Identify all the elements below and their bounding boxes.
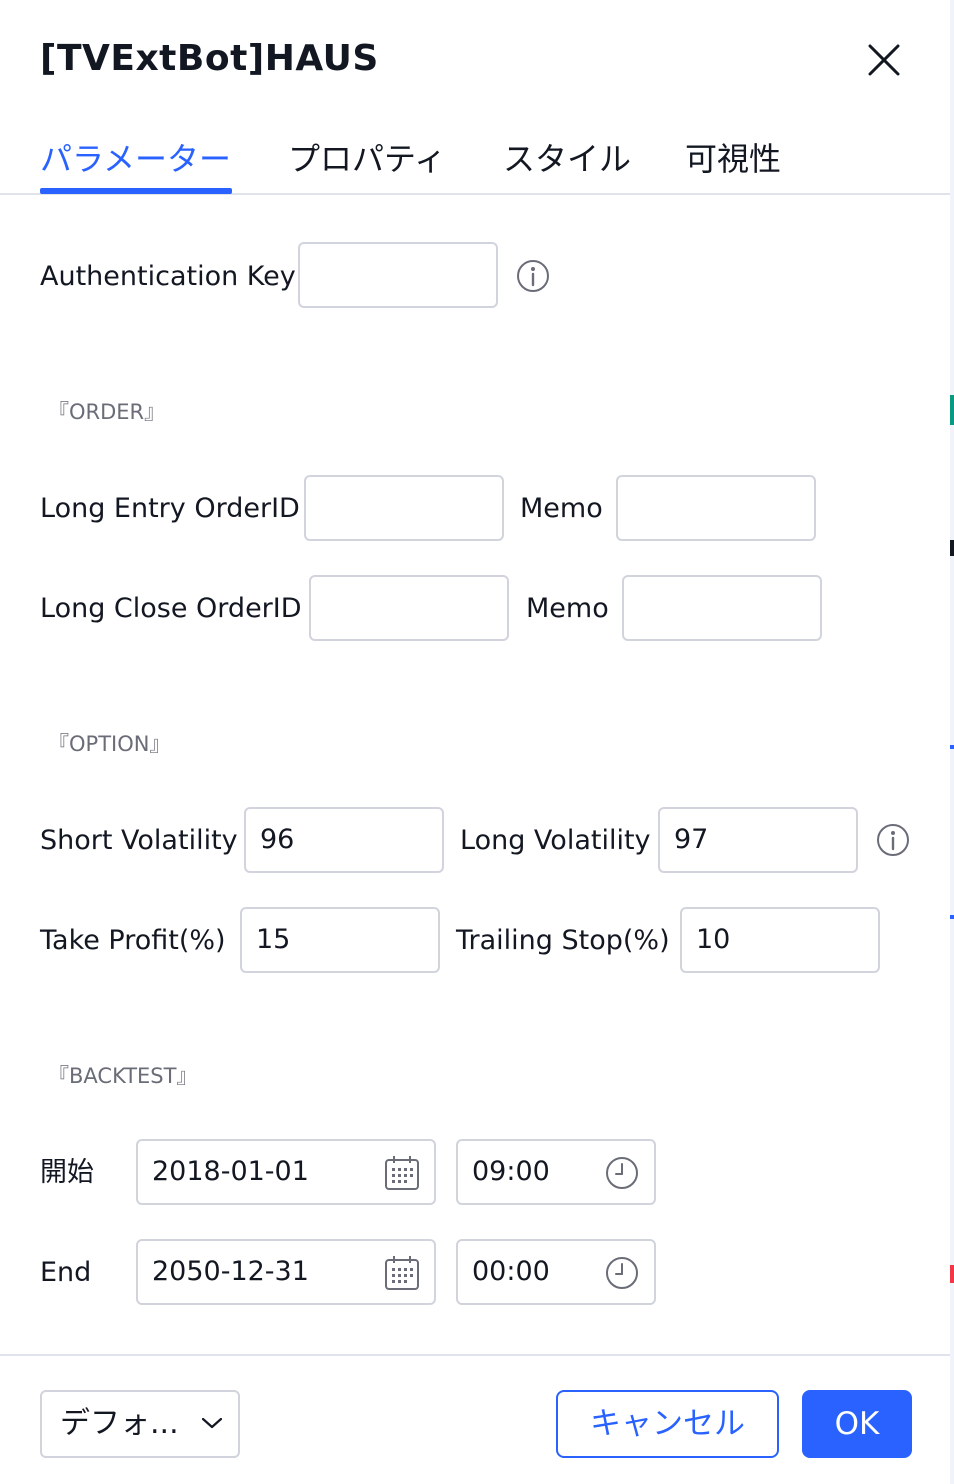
memo-input-1[interactable] (616, 475, 816, 541)
chart-edge-mark (950, 540, 954, 556)
close-button[interactable] (860, 36, 908, 84)
start-label: 開始 (40, 1157, 94, 1188)
info-icon[interactable] (516, 259, 550, 293)
calendar-icon[interactable] (384, 1255, 420, 1291)
chart-edge-mark (950, 1265, 954, 1283)
long-volatility-label: Long Volatility (460, 825, 651, 856)
memo-input-2[interactable] (622, 575, 822, 641)
info-icon[interactable] (876, 823, 910, 857)
end-label: End (40, 1257, 92, 1288)
defaults-label: デフォ... (60, 1406, 179, 1441)
long-entry-label: Long Entry OrderID (40, 493, 300, 524)
dialog-title: [TVExtBot]HAUS (40, 38, 379, 79)
memo-label-2: Memo (526, 593, 609, 624)
section-order: 『ORDER』 (48, 400, 166, 424)
clock-icon[interactable] (604, 1255, 640, 1291)
start-date-value: 2018-01-01 (152, 1156, 309, 1187)
ok-button[interactable]: OK (802, 1390, 912, 1458)
cancel-button[interactable]: キャンセル (556, 1390, 779, 1458)
tab-bar: パラメーター プロパティ スタイル 可視性 (0, 120, 950, 195)
memo-label-1: Memo (520, 493, 603, 524)
trailing-stop-input[interactable]: 10 (680, 907, 880, 973)
calendar-icon[interactable] (384, 1155, 420, 1191)
short-volatility-input[interactable]: 96 (244, 807, 444, 873)
active-tab-indicator (40, 188, 232, 194)
tab-visibility[interactable]: 可視性 (685, 134, 781, 180)
chart-edge-mark (950, 915, 954, 919)
background-chart-edge (950, 0, 954, 1484)
trailing-stop-label: Trailing Stop(%) (456, 925, 670, 956)
auth-key-label: Authentication Key (40, 261, 296, 292)
trailing-stop-value: 10 (696, 924, 731, 955)
section-backtest: 『BACKTEST』 (48, 1064, 198, 1088)
chart-edge-mark (950, 745, 954, 749)
long-close-input[interactable] (309, 575, 509, 641)
section-option: 『OPTION』 (48, 732, 171, 756)
long-close-label: Long Close OrderID (40, 593, 302, 624)
chart-edge-mark (950, 395, 954, 425)
take-profit-value: 15 (256, 924, 291, 955)
start-date-input[interactable]: 2018-01-01 (136, 1139, 436, 1205)
dialog-footer: デフォ... キャンセル OK (0, 1354, 950, 1484)
long-volatility-value: 97 (674, 824, 709, 855)
start-time-input[interactable]: 09:00 (456, 1139, 656, 1205)
end-time-input[interactable]: 00:00 (456, 1239, 656, 1305)
take-profit-label: Take Profit(%) (40, 925, 226, 956)
close-icon (868, 44, 900, 76)
short-volatility-value: 96 (260, 824, 295, 855)
defaults-dropdown[interactable]: デフォ... (40, 1390, 240, 1458)
chevron-down-icon (201, 1417, 223, 1429)
end-time-value: 00:00 (472, 1256, 550, 1287)
clock-icon[interactable] (604, 1155, 640, 1191)
take-profit-input[interactable]: 15 (240, 907, 440, 973)
auth-key-input[interactable] (298, 242, 498, 308)
tab-style[interactable]: スタイル (503, 134, 631, 180)
long-volatility-input[interactable]: 97 (658, 807, 858, 873)
short-volatility-label: Short Volatility (40, 825, 238, 856)
long-entry-input[interactable] (304, 475, 504, 541)
tab-parameters[interactable]: パラメーター (40, 134, 231, 180)
end-date-value: 2050-12-31 (152, 1256, 309, 1287)
tab-properties[interactable]: プロパティ (288, 134, 446, 180)
end-date-input[interactable]: 2050-12-31 (136, 1239, 436, 1305)
indicator-settings-dialog: [TVExtBot]HAUS パラメーター プロパティ スタイル 可視性 Aut… (0, 0, 950, 1484)
start-time-value: 09:00 (472, 1156, 550, 1187)
